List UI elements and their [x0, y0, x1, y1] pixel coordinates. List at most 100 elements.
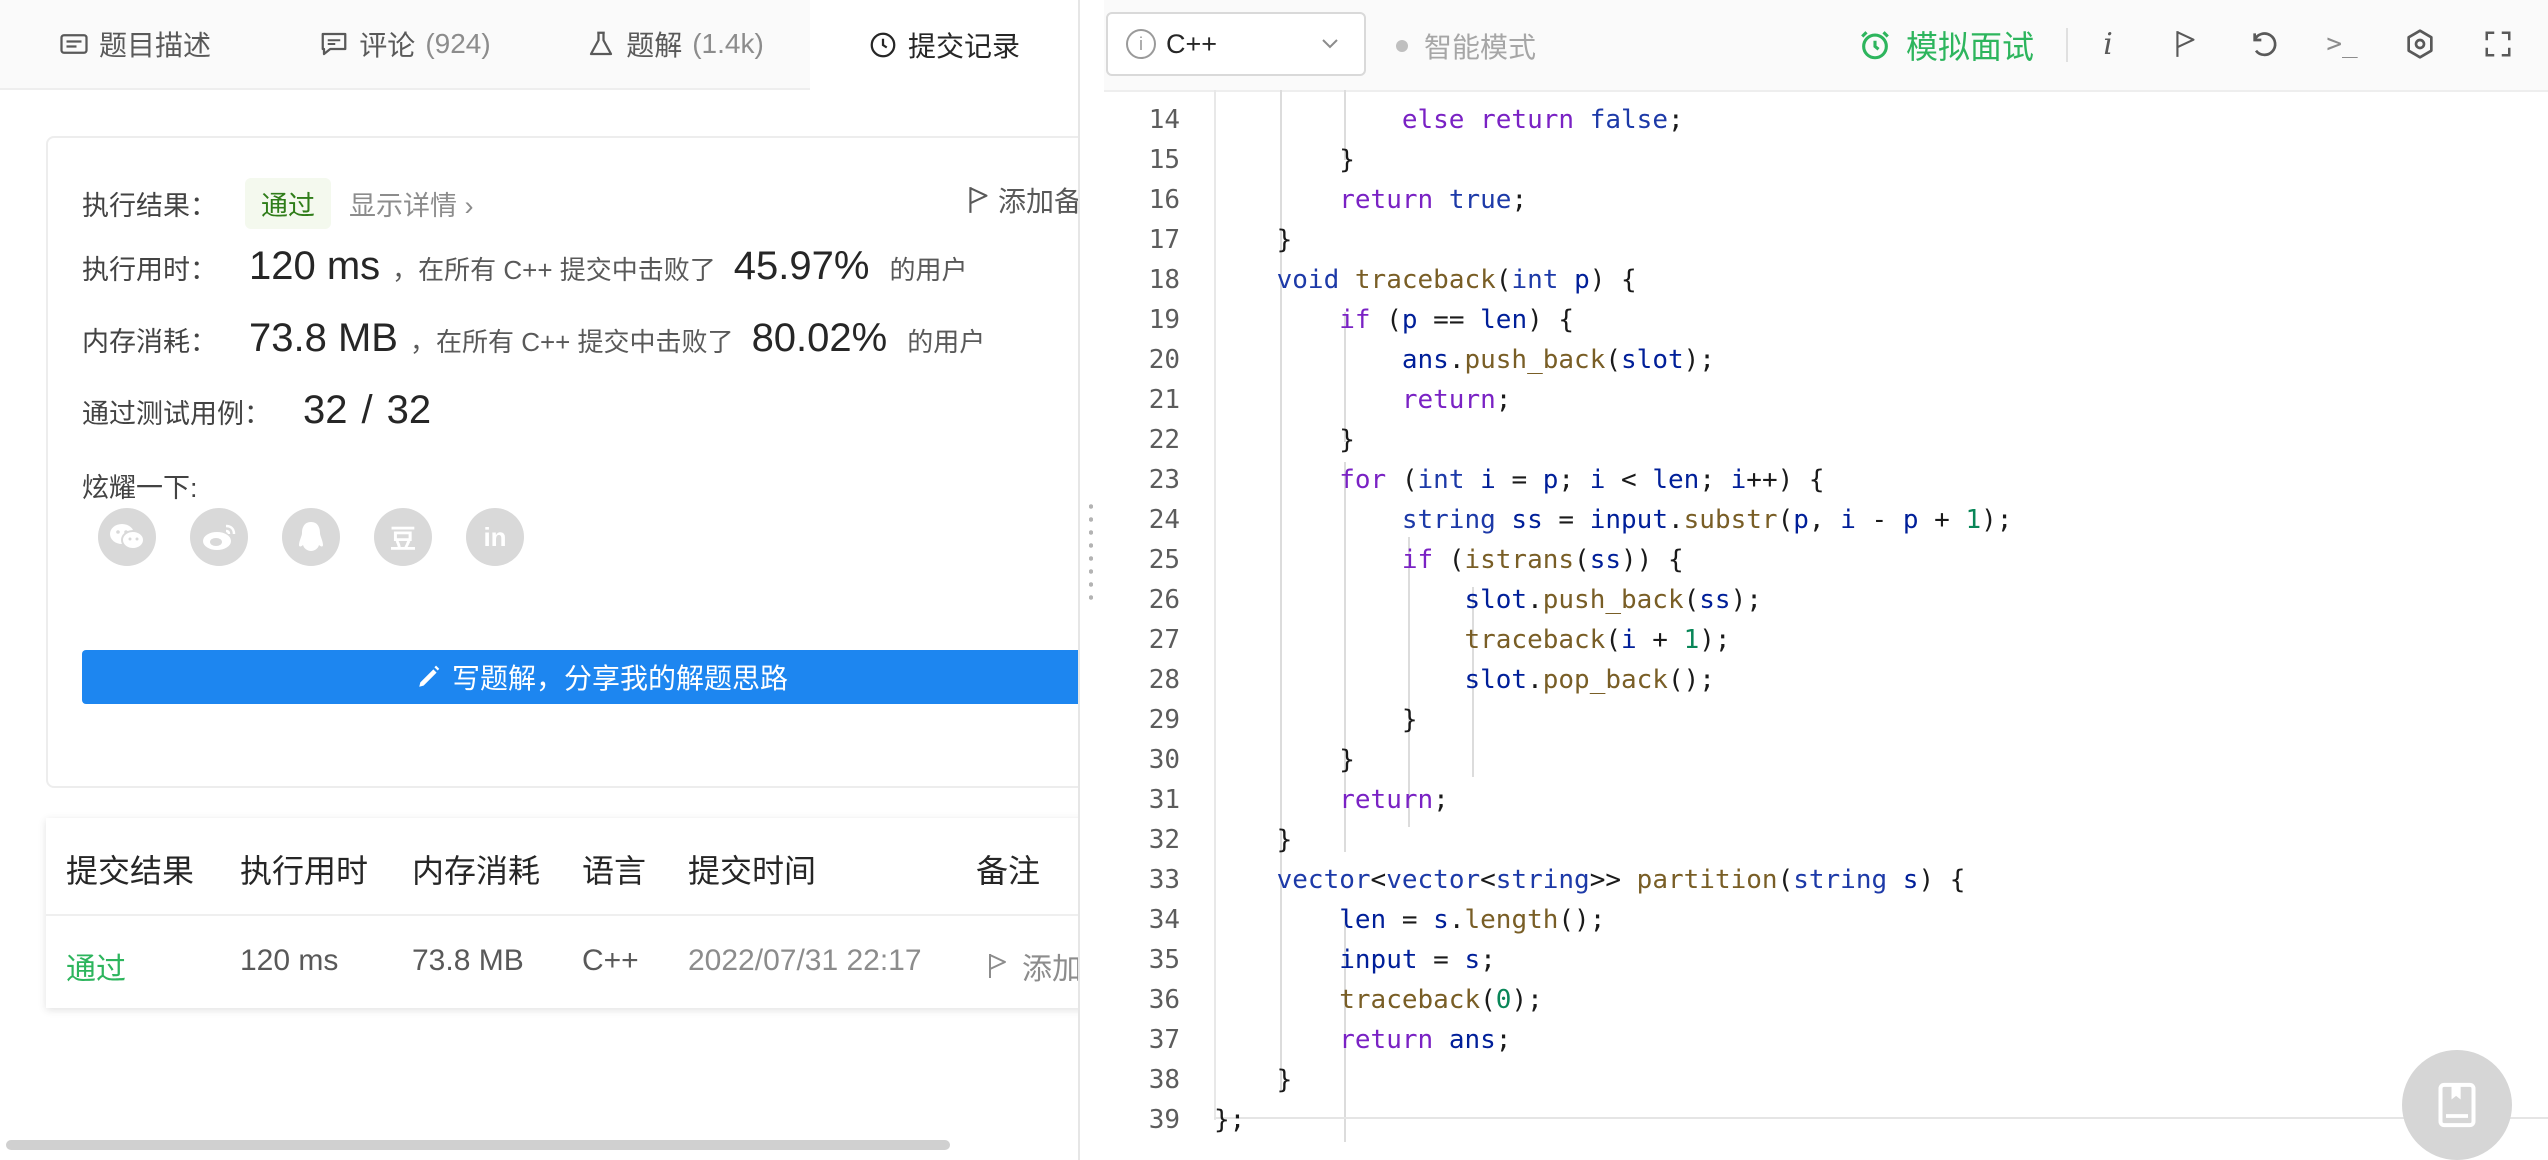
editor-pane: i C++ 智能模式 模拟面试 i >_ 14 else return fals… [1104, 0, 2548, 1160]
exec-time-suffix: 的用户 [889, 255, 968, 285]
code-line: void traceback(int p) { [1276, 265, 1637, 295]
code-line: return true; [1339, 185, 1528, 215]
row-time: 120 ms [240, 944, 339, 977]
header-time: 执行用时 [240, 853, 369, 889]
pane-splitter[interactable] [1080, 0, 1104, 1160]
exec-result-row: 执行结果： 通过 显示详情 › [82, 178, 474, 229]
tab-solutions[interactable]: 题解 (1.4k) [540, 0, 810, 88]
exec-time-percent: 45.97% [733, 244, 870, 288]
code-line: return ans; [1339, 1025, 1512, 1055]
douban-icon[interactable]: 豆 [374, 508, 432, 566]
code-line: } [1214, 705, 1418, 735]
header-memory: 内存消耗 [412, 853, 541, 889]
line-number: 23 [1148, 465, 1180, 495]
code-editor[interactable]: } 14 else return false; 15 } 16 return t… [1104, 90, 2548, 1160]
line-number: 28 [1148, 665, 1180, 695]
tab-comments-count: (924) [425, 28, 491, 59]
linkedin-icon[interactable]: in [466, 508, 524, 566]
tests-total: 32 [386, 388, 432, 432]
exec-time-label: 执行用时： [82, 255, 217, 285]
flask-icon [590, 31, 613, 56]
smart-mode-label: 智能模式 [1424, 32, 1537, 63]
line-number: 37 [1148, 1025, 1180, 1055]
code-line: vector<vector<string>> partition(string … [1276, 865, 1966, 895]
share-buttons: 豆 in [98, 508, 524, 566]
exec-time-row: 执行用时： 120 ms ，在所有 C++ 提交中击败了 45.97% 的用户 [82, 244, 967, 289]
console-button[interactable]: >_ [2320, 22, 2364, 66]
write-solution-button[interactable]: 写题解，分享我的解题思路 [82, 650, 1078, 704]
line-number: 39 [1148, 1105, 1180, 1135]
line-number: 17 [1148, 225, 1180, 255]
qq-icon[interactable] [282, 508, 340, 566]
tests-separator: / [361, 388, 373, 432]
code-line: else return false; [1401, 105, 1684, 135]
code-line: slot.push_back(ss); [1464, 585, 1762, 615]
notebook-button[interactable] [2402, 1050, 2512, 1160]
smart-mode-dot [1396, 40, 1408, 52]
run-button[interactable] [2164, 22, 2208, 66]
line-number: 33 [1148, 865, 1180, 895]
line-number: 32 [1148, 825, 1180, 855]
info-icon: i [1126, 29, 1156, 59]
line-number: 27 [1148, 625, 1180, 655]
code-line: if (p == len) { [1339, 305, 1575, 335]
memory-label: 内存消耗： [82, 327, 217, 357]
line-number: 36 [1148, 985, 1180, 1015]
submissions-table: 提交结果 执行用时 内存消耗 语言 提交时间 备注 通过 120 ms 73.8… [46, 818, 1078, 1008]
info-button[interactable]: i [2086, 22, 2130, 66]
fullscreen-button[interactable] [2476, 22, 2520, 66]
smart-mode-toggle[interactable]: 智能模式 [1396, 26, 1536, 66]
add-note-button[interactable]: 添加备 [966, 180, 1078, 220]
line-number: 18 [1148, 265, 1180, 295]
tests-label: 通过测试用例： [82, 399, 271, 429]
write-solution-label: 写题解，分享我的解题思路 [451, 663, 788, 694]
language-select[interactable]: i C++ [1106, 12, 1366, 76]
flag-icon [969, 187, 988, 213]
linkedin-glyph: in [483, 521, 507, 552]
tests-passed: 32 [303, 388, 348, 432]
code-line: len = s.length(); [1339, 905, 1606, 935]
code-line: } [1214, 425, 1355, 455]
alarm-icon [1861, 31, 1889, 60]
exec-result-label: 执行结果： [82, 191, 217, 221]
tests-row: 通过测试用例： 32 / 32 [82, 388, 431, 433]
line-number: 15 [1148, 145, 1180, 175]
undo-icon [2253, 32, 2277, 57]
row-add-note[interactable]: 添加 [986, 944, 1078, 988]
row-language: C++ [582, 944, 639, 977]
comment-icon [321, 32, 347, 56]
header-divider [46, 914, 1078, 916]
code-line: input = s; [1339, 945, 1496, 975]
code-line: traceback(0); [1339, 985, 1543, 1015]
weibo-icon[interactable] [190, 508, 248, 566]
line-number: 20 [1148, 345, 1180, 375]
code-line: } [1214, 145, 1355, 175]
code-line: ans.push_back(slot); [1401, 345, 1715, 375]
show-details-label: 显示详情 [349, 191, 457, 221]
tab-description[interactable]: 题目描述 [0, 0, 270, 88]
line-number: 30 [1148, 745, 1180, 775]
row-result-link[interactable]: 通过 [66, 944, 126, 988]
show-details-link[interactable]: 显示详情 › [349, 184, 474, 223]
line-number: 35 [1148, 945, 1180, 975]
tab-comments[interactable]: 评论 (924) [270, 0, 540, 88]
editor-bottom-border [1214, 1117, 2548, 1119]
memory-text: ，在所有 C++ 提交中击败了 [409, 327, 734, 357]
header-result: 提交结果 [66, 853, 195, 889]
exec-time-text: ，在所有 C++ 提交中击败了 [392, 255, 716, 285]
header-note: 备注 [976, 853, 1041, 889]
tab-solutions-count: (1.4k) [692, 28, 764, 59]
code-line: } [1214, 90, 1355, 92]
editor-toolbar: i C++ 智能模式 模拟面试 i >_ [1104, 0, 2548, 92]
tab-submissions-label: 提交记录 [907, 31, 1020, 62]
settings-button[interactable] [2398, 22, 2442, 66]
mock-interview-button[interactable]: 模拟面试 [1858, 22, 2034, 68]
line-number: 38 [1148, 1065, 1180, 1095]
tab-submissions[interactable]: 提交记录 [810, 0, 1078, 90]
horizontal-scrollbar[interactable] [6, 1140, 950, 1150]
code-line: if (istrans(ss)) { [1401, 545, 1684, 575]
wechat-icon[interactable] [98, 508, 156, 566]
reset-button[interactable] [2242, 22, 2286, 66]
result-card: 执行结果： 通过 显示详情 › 添加备 执行用时： 120 ms ，在所有 C+… [46, 136, 1078, 788]
code-line: } [1214, 825, 1293, 855]
